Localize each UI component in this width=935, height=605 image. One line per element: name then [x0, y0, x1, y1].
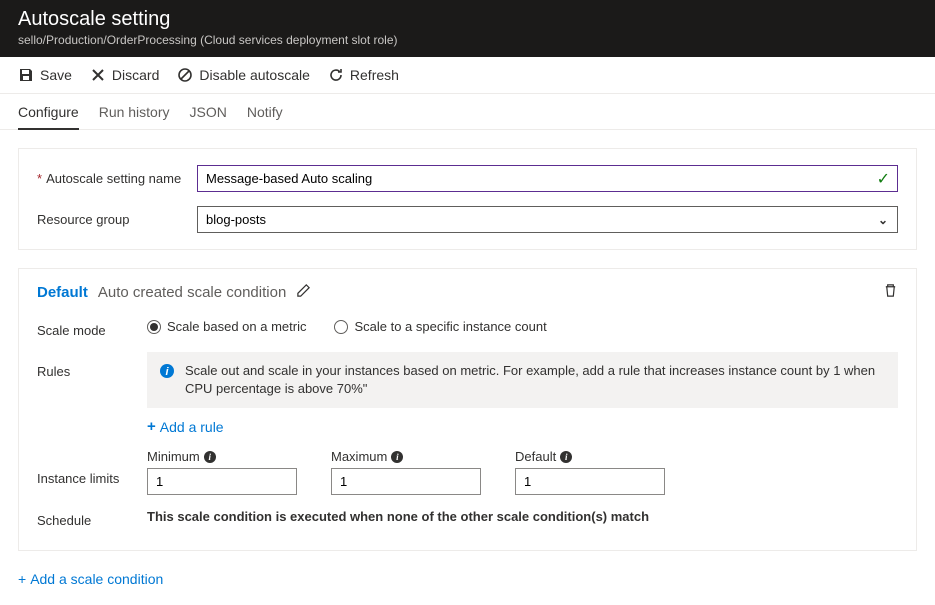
add-rule-button[interactable]: + Add a rule	[147, 418, 224, 435]
edit-condition-button[interactable]	[296, 283, 311, 301]
default-label: Defaulti	[515, 449, 665, 464]
scale-condition-panel: Default Auto created scale condition Sca…	[18, 268, 917, 551]
default-input[interactable]	[515, 468, 665, 495]
delete-condition-button[interactable]	[883, 283, 898, 301]
refresh-button[interactable]: Refresh	[328, 67, 399, 83]
trash-icon	[883, 283, 898, 298]
tabs: Configure Run history JSON Notify	[0, 94, 935, 130]
name-label: *Autoscale setting name	[37, 171, 197, 186]
refresh-label: Refresh	[350, 67, 399, 83]
discard-label: Discard	[112, 67, 159, 83]
disable-icon	[177, 67, 193, 83]
page-title: Autoscale setting	[18, 8, 917, 31]
autoscale-name-input[interactable]	[197, 165, 898, 192]
disable-label: Disable autoscale	[199, 67, 310, 83]
info-icon: i	[159, 363, 175, 379]
disable-autoscale-button[interactable]: Disable autoscale	[177, 67, 310, 83]
tab-run-history[interactable]: Run history	[99, 94, 170, 129]
max-input[interactable]	[331, 468, 481, 495]
condition-default-badge: Default	[37, 284, 88, 301]
valid-check-icon: ✓	[877, 169, 890, 189]
scale-mode-label: Scale mode	[37, 319, 147, 338]
rules-info-box: i Scale out and scale in your instances …	[147, 352, 898, 408]
page-header: Autoscale setting sello/Production/Order…	[0, 0, 935, 57]
add-scale-condition-button[interactable]: + Add a scale condition	[18, 571, 163, 587]
info-icon[interactable]: i	[204, 451, 216, 463]
tab-json[interactable]: JSON	[190, 94, 227, 129]
radio-scale-metric[interactable]: Scale based on a metric	[147, 319, 306, 334]
rg-label: Resource group	[37, 212, 197, 227]
close-icon	[90, 67, 106, 83]
breadcrumb: sello/Production/OrderProcessing (Cloud …	[18, 33, 917, 47]
save-button[interactable]: Save	[18, 67, 72, 83]
tab-notify[interactable]: Notify	[247, 94, 283, 129]
max-label: Maximumi	[331, 449, 481, 464]
resource-group-select[interactable]: blog-posts	[197, 206, 898, 233]
info-icon[interactable]: i	[560, 451, 572, 463]
min-label: Minimumi	[147, 449, 297, 464]
condition-subtitle: Auto created scale condition	[98, 284, 286, 301]
discard-button[interactable]: Discard	[90, 67, 159, 83]
schedule-text: This scale condition is executed when no…	[147, 509, 898, 524]
rules-label: Rules	[37, 352, 147, 379]
radio-scale-count[interactable]: Scale to a specific instance count	[334, 319, 546, 334]
schedule-label: Schedule	[37, 509, 147, 528]
save-label: Save	[40, 67, 72, 83]
pencil-icon	[296, 283, 311, 298]
radio-selected-icon	[147, 320, 161, 334]
settings-panel: *Autoscale setting name ✓ Resource group…	[18, 148, 917, 250]
save-icon	[18, 67, 34, 83]
info-icon[interactable]: i	[391, 451, 403, 463]
refresh-icon	[328, 67, 344, 83]
tab-configure[interactable]: Configure	[18, 94, 79, 130]
min-input[interactable]	[147, 468, 297, 495]
rules-info-text: Scale out and scale in your instances ba…	[185, 362, 886, 398]
command-bar: Save Discard Disable autoscale Refresh	[0, 57, 935, 94]
radio-unselected-icon	[334, 320, 348, 334]
plus-icon: +	[18, 571, 26, 587]
instance-limits-label: Instance limits	[37, 449, 147, 486]
plus-icon: +	[147, 418, 156, 435]
